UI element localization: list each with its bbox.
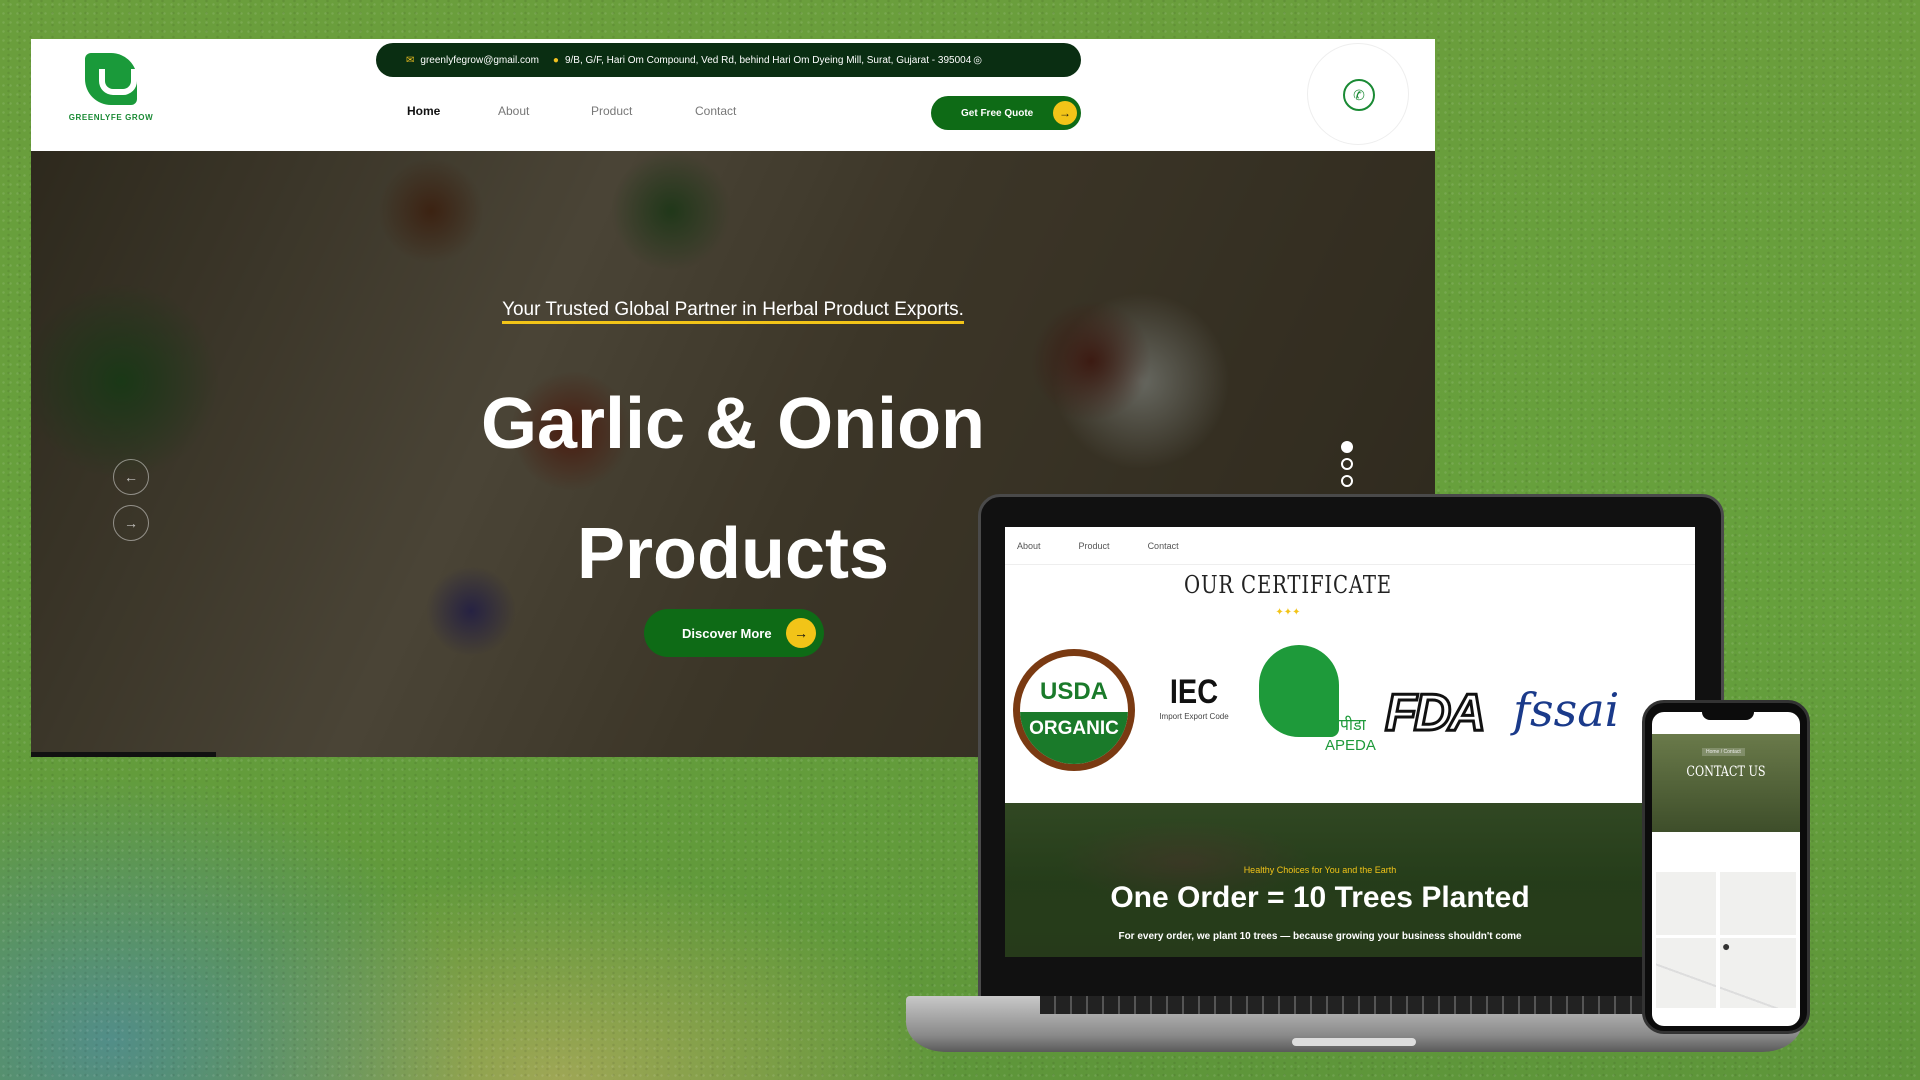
get-free-quote-button[interactable]: Get Free Quote → xyxy=(931,96,1081,130)
slide-dot-2[interactable] xyxy=(1341,458,1353,470)
slide-dot-3[interactable] xyxy=(1341,475,1353,487)
hero-tagline: Your Trusted Global Partner in Herbal Pr… xyxy=(31,299,1435,324)
banner-title: One Order = 10 Trees Planted xyxy=(1110,881,1530,914)
laptop-nav-contact[interactable]: Contact xyxy=(1148,541,1179,551)
logo-text: GREENLYFE GROW xyxy=(68,113,154,122)
instagram-icon[interactable]: ◎ xyxy=(973,55,982,66)
address-item: ● 9/B, G/F, Hari Om Compound, Ved Rd, be… xyxy=(553,55,982,66)
laptop-nav: About Product Contact xyxy=(1005,527,1695,565)
quote-button-label: Get Free Quote xyxy=(961,107,1034,119)
trees-planted-banner: Healthy Choices for You and the Earth On… xyxy=(1005,803,1695,957)
certificate-heading: OUR CERTIFICATE xyxy=(1183,571,1392,599)
email-item[interactable]: ✉ greenlyfegrow@gmail.com xyxy=(406,55,539,66)
site-header: GREENLYFE GROW ✉ greenlyfegrow@gmail.com… xyxy=(31,39,1435,151)
discover-more-button[interactable]: Discover More → xyxy=(644,609,824,657)
sparkle-divider-icon: ✦✦✦ xyxy=(1275,607,1301,618)
laptop-nav-about[interactable]: About xyxy=(1017,541,1041,551)
contact-title: CONTACT US xyxy=(1686,764,1766,780)
laptop-screen: About Product Contact OUR CERTIFICATE ✦✦… xyxy=(1005,527,1695,957)
laptop-trackpad xyxy=(1292,1038,1416,1046)
apeda-text: APEDA xyxy=(1325,737,1376,754)
nav-contact[interactable]: Contact xyxy=(695,104,736,118)
contact-topbar: ✉ greenlyfegrow@gmail.com ● 9/B, G/F, Ha… xyxy=(376,43,1081,77)
location-pin-icon: ● xyxy=(552,54,559,66)
banner-subtitle: For every order, we plant 10 trees — bec… xyxy=(1118,931,1522,942)
slide-dots xyxy=(1341,441,1353,492)
hero-progress-strip xyxy=(31,752,216,757)
leaf-logo-icon xyxy=(85,53,137,105)
location-map[interactable]: ● xyxy=(1656,872,1796,1008)
certificate-logos: USDA ORGANIC IEC Import Export Code एपीड… xyxy=(1013,645,1619,771)
banner-kicker: Healthy Choices for You and the Earth xyxy=(1243,865,1397,875)
breadcrumb[interactable]: Home / Contact xyxy=(1702,748,1745,756)
contact-hero: Home / Contact CONTACT US xyxy=(1652,734,1800,832)
nav-home[interactable]: Home xyxy=(407,104,498,118)
discover-label: Discover More xyxy=(682,625,772,641)
map-pin-icon: ● xyxy=(1722,938,1731,954)
headline-line-1: Garlic & Onion xyxy=(480,384,986,464)
next-slide-button[interactable]: → xyxy=(113,505,149,541)
phone-notch xyxy=(1702,708,1754,720)
usda-text: USDA xyxy=(1039,678,1108,705)
mail-icon: ✉ xyxy=(406,54,415,66)
phone-screen: Home / Contact CONTACT US ● xyxy=(1652,712,1800,1026)
nav-about[interactable]: About xyxy=(498,104,591,118)
laptop-nav-product[interactable]: Product xyxy=(1079,541,1110,551)
apeda-hindi-text: एपीडा xyxy=(1331,717,1366,734)
slide-dot-1[interactable] xyxy=(1341,441,1353,453)
phone-icon: ✆ xyxy=(1343,79,1375,111)
organic-text: ORGANIC xyxy=(1020,712,1128,764)
fda-logo: FDA xyxy=(1384,683,1488,744)
arrow-right-icon: → xyxy=(786,618,816,648)
phone-call-button[interactable]: ✆ xyxy=(1307,43,1409,145)
iec-logo: IEC Import Export Code xyxy=(1149,673,1239,721)
main-nav: Home About Product Contact xyxy=(407,104,736,118)
logo[interactable]: GREENLYFE GROW xyxy=(63,53,159,133)
iec-text: IEC xyxy=(1169,673,1219,711)
address-text: 9/B, G/F, Hari Om Compound, Ved Rd, behi… xyxy=(564,54,972,66)
email-text: greenlyfegrow@gmail.com xyxy=(420,54,539,66)
nav-product[interactable]: Product xyxy=(591,104,695,118)
iec-subtext: Import Export Code xyxy=(1159,712,1229,721)
usda-organic-logo: USDA ORGANIC xyxy=(1013,649,1135,771)
tagline-text: Your Trusted Global Partner in Herbal Pr… xyxy=(502,299,964,324)
apeda-logo: एपीडा APEDA xyxy=(1253,641,1376,771)
laptop-keyboard xyxy=(1040,996,1680,1014)
apeda-leaf-icon xyxy=(1259,645,1339,737)
fssai-logo: fssai xyxy=(1513,683,1620,737)
arrow-right-icon: → xyxy=(1053,101,1077,125)
prev-slide-button[interactable]: ← xyxy=(113,459,149,495)
